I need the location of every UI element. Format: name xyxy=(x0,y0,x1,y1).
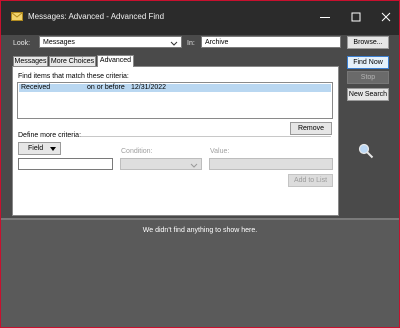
value-label: Value: xyxy=(210,148,230,155)
divider xyxy=(81,136,331,137)
criteria-condition: on or before xyxy=(87,84,125,91)
remove-button[interactable]: Remove xyxy=(290,122,332,135)
magnifier-icon xyxy=(358,143,374,159)
field-dropdown-button[interactable]: Field xyxy=(18,142,61,155)
criteria-row[interactable]: Received on or before 12/31/2022 xyxy=(19,84,331,92)
new-search-button[interactable]: New Search xyxy=(347,88,389,101)
stop-button[interactable]: Stop xyxy=(347,71,389,84)
in-folder-field[interactable]: Archive xyxy=(201,36,341,48)
chevron-down-icon xyxy=(190,163,198,168)
minimize-icon xyxy=(320,17,330,18)
criteria-list[interactable]: Received on or before 12/31/2022 xyxy=(17,82,333,119)
define-criteria-heading: Define more criteria: xyxy=(18,132,82,139)
field-name-input[interactable] xyxy=(18,158,113,170)
close-icon xyxy=(381,12,391,22)
add-to-list-button[interactable]: Add to List xyxy=(288,174,333,187)
browse-button[interactable]: Browse... xyxy=(347,36,389,49)
field-button-label: Field xyxy=(28,145,44,152)
in-label: In: xyxy=(187,40,195,47)
condition-label: Condition: xyxy=(121,148,153,155)
close-button[interactable] xyxy=(379,11,393,23)
window-title: Messages: Advanced - Advanced Find xyxy=(28,12,165,21)
criteria-heading: Find items that match these criteria: xyxy=(18,73,129,80)
advanced-find-window: Messages: Advanced - Advanced Find Look:… xyxy=(0,0,400,328)
results-pane xyxy=(1,220,399,327)
no-results-message: We didn't find anything to show here. xyxy=(142,227,258,234)
criteria-value: 12/31/2022 xyxy=(131,84,167,91)
title-bar[interactable]: Messages: Advanced - Advanced Find xyxy=(1,1,399,35)
look-label: Look: xyxy=(13,40,31,47)
value-input[interactable] xyxy=(209,158,333,170)
condition-dropdown[interactable] xyxy=(120,158,202,170)
maximize-button[interactable] xyxy=(349,11,363,23)
maximize-icon xyxy=(351,12,361,22)
find-now-button[interactable]: Find Now xyxy=(347,56,389,69)
chevron-down-icon xyxy=(170,41,178,46)
tab-advanced[interactable]: Advanced xyxy=(97,55,134,67)
criteria-field: Received xyxy=(21,84,51,91)
app-envelope-icon xyxy=(11,12,23,21)
dropdown-arrow-icon xyxy=(50,147,56,151)
minimize-button[interactable] xyxy=(318,11,332,23)
look-value: Messages xyxy=(43,39,75,46)
look-dropdown[interactable]: Messages xyxy=(39,36,182,48)
